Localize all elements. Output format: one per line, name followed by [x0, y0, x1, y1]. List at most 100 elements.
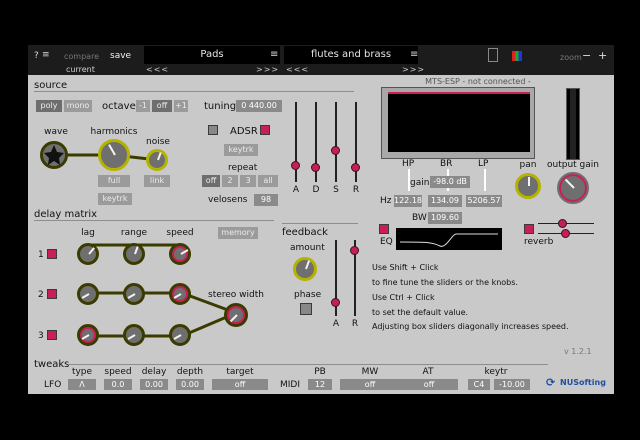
memory-button[interactable]: memory — [218, 227, 258, 239]
feedback-section-title: feedback — [282, 227, 328, 238]
version-label: v 1.2.1 — [564, 347, 592, 356]
stereo-width-knob[interactable] — [224, 303, 248, 327]
phase-toggle[interactable] — [300, 303, 312, 315]
knob-pointer — [229, 314, 238, 323]
delay-row-2-led[interactable] — [47, 289, 57, 299]
spectrum-display — [381, 87, 535, 159]
decay-slider-handle[interactable] — [311, 163, 320, 172]
plugin-window: ? ≡ compare save current Pads ≡ flutes a… — [28, 45, 614, 394]
reverb-label: reverb — [524, 237, 554, 247]
delay-row-1-led[interactable] — [47, 249, 57, 259]
harmonics-knob[interactable] — [98, 139, 130, 171]
reverb-slider-1-handle[interactable] — [558, 219, 567, 228]
knob-pointer — [108, 144, 116, 156]
gain-label: gain — [410, 178, 430, 188]
attack-slider-track[interactable] — [295, 102, 297, 182]
tweaks-section: tweaks type speed delay depth target LFO… — [28, 359, 614, 394]
lfo-delay-value[interactable]: 0.00 — [140, 379, 168, 390]
bw-label: BW — [412, 213, 427, 223]
midi-keytr-amount-value[interactable]: -10.00 — [494, 379, 530, 390]
lfo-speed-header: speed — [104, 367, 132, 377]
output-gain-label: output gain — [547, 160, 599, 170]
delay3-lag-knob[interactable] — [77, 324, 99, 346]
delay-divider — [34, 220, 274, 221]
reverb-slider-2-handle[interactable] — [561, 229, 570, 238]
repeat-off-button[interactable]: off — [202, 175, 220, 187]
stereo-width-label: stereo width — [208, 290, 264, 300]
adsr-keytrk-button[interactable]: keytrk — [224, 144, 258, 156]
eq-led[interactable] — [379, 224, 389, 234]
delay3-speed-knob[interactable] — [169, 324, 191, 346]
output-gain-knob[interactable] — [557, 172, 589, 204]
lp-slider[interactable] — [484, 169, 486, 191]
knob-pointer — [305, 260, 311, 270]
eq-curve — [399, 233, 498, 247]
lfo-delay-header: delay — [141, 367, 167, 377]
delay2-lag-knob[interactable] — [77, 283, 99, 305]
midi-mw-value[interactable]: off — [340, 379, 400, 390]
delay1-range-knob[interactable] — [123, 243, 145, 265]
knob-pointer — [173, 293, 182, 299]
release-slider-handle[interactable] — [351, 163, 360, 172]
bw-value[interactable]: 109.60 — [428, 212, 462, 224]
velosens-label: velosens — [208, 195, 248, 205]
lfo-depth-value[interactable]: 0.00 — [176, 379, 204, 390]
adsr-led[interactable] — [260, 125, 270, 135]
knob-pointer — [180, 249, 189, 255]
sustain-slider-handle[interactable] — [331, 146, 340, 155]
midi-at-value[interactable]: off — [400, 379, 458, 390]
hp-label: HP — [402, 159, 415, 169]
adsr-toggle[interactable] — [208, 125, 218, 135]
gain-value[interactable]: -98.0 dB — [430, 176, 470, 188]
delay2-speed-knob[interactable] — [169, 283, 191, 305]
br-value[interactable]: 134.09 — [428, 195, 462, 207]
feedback-release-label: R — [351, 319, 359, 329]
repeat-2-button[interactable]: 2 — [222, 175, 238, 187]
hp-value[interactable]: 122.18 — [394, 195, 422, 207]
full-button[interactable]: full — [98, 175, 130, 187]
repeat-3-button[interactable]: 3 — [240, 175, 256, 187]
hz-label: Hz — [380, 196, 392, 206]
midi-at-header: AT — [422, 367, 434, 377]
sustain-slider-track[interactable] — [335, 102, 337, 182]
lfo-speed-value[interactable]: 0.0 — [104, 379, 132, 390]
velosens-value[interactable]: 98 — [254, 194, 278, 206]
output-meter — [566, 88, 580, 160]
delay2-range-knob[interactable] — [123, 283, 145, 305]
attack-slider-handle[interactable] — [291, 161, 300, 170]
midi-pb-header: PB — [314, 367, 326, 377]
feedback-attack-slider-handle[interactable] — [331, 298, 340, 307]
pan-knob[interactable] — [515, 173, 541, 199]
reverb-led[interactable] — [524, 224, 534, 234]
delay1-lag-knob[interactable] — [77, 243, 99, 265]
speed-label: speed — [166, 228, 194, 238]
help-line-3: Use Ctrl + Click — [372, 293, 435, 302]
brand-logo-icon: ⟳ — [546, 376, 556, 389]
eq-label: EQ — [380, 237, 393, 247]
pan-label: pan — [519, 160, 537, 170]
delay-row-3-led[interactable] — [47, 330, 57, 340]
lag-label: lag — [81, 228, 95, 238]
link-button[interactable]: link — [144, 175, 170, 187]
feedback-amount-knob[interactable] — [293, 257, 317, 281]
brand-name: NUSofting — [560, 378, 606, 387]
wave-knob[interactable] — [40, 141, 68, 169]
midi-keytr-note-value[interactable]: C4 — [468, 379, 490, 390]
lp-value[interactable]: 5206.57 — [466, 195, 502, 207]
lfo-target-value[interactable]: off — [212, 379, 268, 390]
knob-pointer — [81, 293, 90, 299]
lfo-type-value[interactable]: Λ — [68, 379, 96, 390]
feedback-release-slider-handle[interactable] — [350, 246, 359, 255]
noise-knob[interactable] — [146, 149, 168, 171]
delay3-range-knob[interactable] — [123, 324, 145, 346]
repeat-label: repeat — [228, 163, 258, 173]
delay1-speed-knob[interactable] — [169, 243, 191, 265]
knob-pointer — [127, 293, 136, 299]
midi-pb-value[interactable]: 12 — [308, 379, 332, 390]
delay-row-1-label: 1 — [38, 250, 44, 260]
help-line-1: Use Shift + Click — [372, 263, 439, 272]
mts-status: MTS-ESP - not connected - — [425, 77, 531, 86]
harmonics-keytrk-button[interactable]: keytrk — [98, 193, 132, 205]
repeat-all-button[interactable]: all — [258, 175, 278, 187]
knob-pointer — [528, 177, 530, 186]
